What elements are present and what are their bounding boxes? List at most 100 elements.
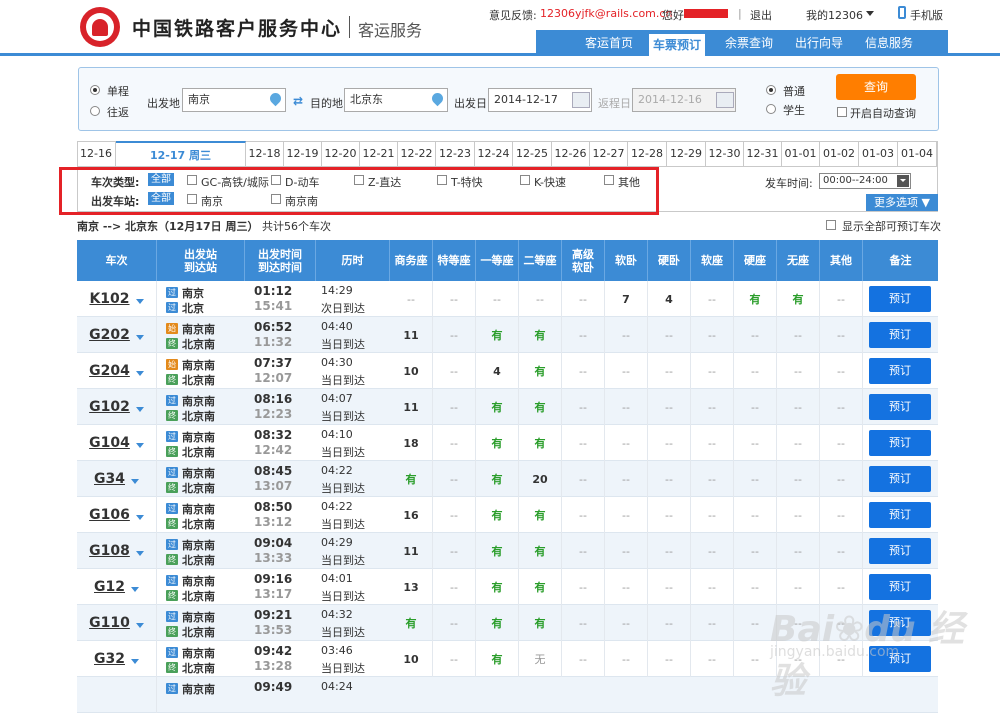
date-tab[interactable]: 12-31 xyxy=(744,141,782,166)
date-tab[interactable]: 01-01 xyxy=(782,141,820,166)
column-header[interactable]: 出发时间 到达时间 xyxy=(245,240,316,281)
date-tab[interactable]: 12-20 xyxy=(322,141,360,166)
train-number-link[interactable]: G102 xyxy=(89,399,130,415)
seat-availability: -- xyxy=(433,353,476,389)
chevron-down-icon[interactable] xyxy=(135,442,144,452)
seat-availability: -- xyxy=(648,425,691,461)
greeting-text: 您好 xyxy=(662,9,684,22)
chevron-down-icon[interactable] xyxy=(866,11,874,20)
nav-home[interactable]: 客运首页 xyxy=(578,30,640,56)
chevron-down-icon[interactable] xyxy=(135,298,144,308)
chevron-down-icon[interactable] xyxy=(130,586,139,596)
column-header: 硬卧 xyxy=(648,240,691,281)
depart-time-select[interactable]: 00:00--24:00 xyxy=(819,173,911,189)
my12306-menu[interactable]: 我的12306 xyxy=(806,7,863,23)
date-tab[interactable]: 12-25 xyxy=(513,141,552,166)
seat-availability: -- xyxy=(433,389,476,425)
normal-ticket-radio[interactable] xyxy=(766,85,776,95)
book-button[interactable]: 预订 xyxy=(869,574,931,600)
date-tab[interactable]: 12-16 xyxy=(77,141,116,166)
book-button[interactable]: 预订 xyxy=(869,538,931,564)
date-tab[interactable]: 12-28 xyxy=(628,141,667,166)
seat-value: -- xyxy=(708,328,716,342)
seat-availability: 有 xyxy=(734,281,777,317)
nav-remaining[interactable]: 余票查询 xyxy=(718,30,780,56)
seat-value: 有 xyxy=(534,581,546,594)
train-number-link[interactable]: G202 xyxy=(89,327,130,343)
date-tab[interactable]: 12-21 xyxy=(360,141,398,166)
seat-value: -- xyxy=(837,508,845,522)
train-number-link[interactable]: K102 xyxy=(89,291,129,307)
train-number-link[interactable]: G32 xyxy=(94,651,125,667)
arrival-day: 当日到达 xyxy=(321,410,365,423)
date-tab[interactable]: 12-29 xyxy=(667,141,706,166)
nav-booking[interactable]: 车票预订 xyxy=(648,33,706,56)
chevron-down-icon[interactable] xyxy=(135,514,144,524)
date-tab[interactable]: 01-04 xyxy=(898,141,937,166)
date-tab[interactable]: 12-19 xyxy=(284,141,322,166)
oneway-radio[interactable] xyxy=(90,85,100,95)
date-tab[interactable]: 01-03 xyxy=(859,141,898,166)
date-tab[interactable]: 01-02 xyxy=(820,141,859,166)
seat-value: 18 xyxy=(403,436,419,450)
chevron-down-icon[interactable] xyxy=(135,370,144,380)
date-tab[interactable]: 12-22 xyxy=(398,141,436,166)
chevron-down-icon[interactable] xyxy=(135,334,144,344)
route-text: 南京 --> 北京东（12月17日 周三） xyxy=(77,220,259,233)
chevron-down-icon[interactable] xyxy=(135,406,144,416)
auto-query-checkbox[interactable] xyxy=(837,107,847,117)
date-tab[interactable]: 12-23 xyxy=(436,141,475,166)
swap-stations-icon[interactable]: ⇄ xyxy=(293,94,303,108)
feedback-email-link[interactable]: 12306yjfk@rails.com.cn xyxy=(540,7,672,20)
station-type-icon: 终 xyxy=(166,410,178,421)
chevron-down-icon[interactable] xyxy=(135,550,144,560)
nav-info[interactable]: 信息服务 xyxy=(858,30,920,56)
show-all-checkbox[interactable] xyxy=(826,220,836,230)
date-tab[interactable]: 12-17 周三 xyxy=(116,141,246,166)
train-number-link[interactable]: G34 xyxy=(94,471,125,487)
book-button[interactable]: 预订 xyxy=(869,286,931,312)
seat-availability: -- xyxy=(734,461,777,497)
date-tab[interactable]: 12-27 xyxy=(590,141,628,166)
search-button[interactable]: 查询 xyxy=(836,74,916,100)
chevron-down-icon[interactable] xyxy=(130,478,139,488)
train-number-link[interactable]: G108 xyxy=(89,543,130,559)
train-number-link[interactable]: G204 xyxy=(89,363,130,379)
column-header[interactable]: 历时 xyxy=(316,240,390,281)
logout-link[interactable]: 退出 xyxy=(750,7,772,23)
from-station: 南京南 xyxy=(182,647,215,660)
book-button[interactable]: 预订 xyxy=(869,394,931,420)
mobile-link[interactable]: 手机版 xyxy=(910,7,943,23)
depart-time: 09:21 xyxy=(254,608,293,622)
nav-guide[interactable]: 出行向导 xyxy=(788,30,850,56)
seat-value: -- xyxy=(579,508,587,522)
book-button[interactable]: 预订 xyxy=(869,466,931,492)
depart-time: 06:52 xyxy=(254,320,293,334)
station-type-icon: 过 xyxy=(166,302,178,313)
book-button[interactable]: 预订 xyxy=(869,502,931,528)
calendar-icon[interactable] xyxy=(572,92,590,108)
more-options-button[interactable]: 更多选项 ▼ xyxy=(866,194,938,211)
from-station: 南京南 xyxy=(182,431,215,444)
train-number-link[interactable]: G12 xyxy=(94,579,125,595)
seat-availability: -- xyxy=(648,461,691,497)
train-number-link[interactable]: G104 xyxy=(89,435,130,451)
date-tab[interactable]: 12-26 xyxy=(552,141,590,166)
chevron-down-icon[interactable] xyxy=(135,622,144,632)
book-button[interactable]: 预订 xyxy=(869,430,931,456)
student-ticket-radio[interactable] xyxy=(766,104,776,114)
date-tab[interactable]: 12-30 xyxy=(706,141,744,166)
book-button[interactable]: 预订 xyxy=(869,358,931,384)
seat-value: -- xyxy=(751,544,759,558)
roundtrip-radio[interactable] xyxy=(90,106,100,116)
date-tab[interactable]: 12-24 xyxy=(475,141,513,166)
chevron-down-icon[interactable] xyxy=(130,658,139,668)
date-tab[interactable]: 12-18 xyxy=(246,141,284,166)
calendar-icon[interactable] xyxy=(716,92,734,108)
book-button[interactable]: 预订 xyxy=(869,322,931,348)
column-header: 二等座 xyxy=(519,240,562,281)
train-number-link[interactable]: G110 xyxy=(89,615,130,631)
train-number-link[interactable]: G106 xyxy=(89,507,130,523)
seat-value: -- xyxy=(837,472,845,486)
arrival-day: 当日到达 xyxy=(321,482,365,495)
